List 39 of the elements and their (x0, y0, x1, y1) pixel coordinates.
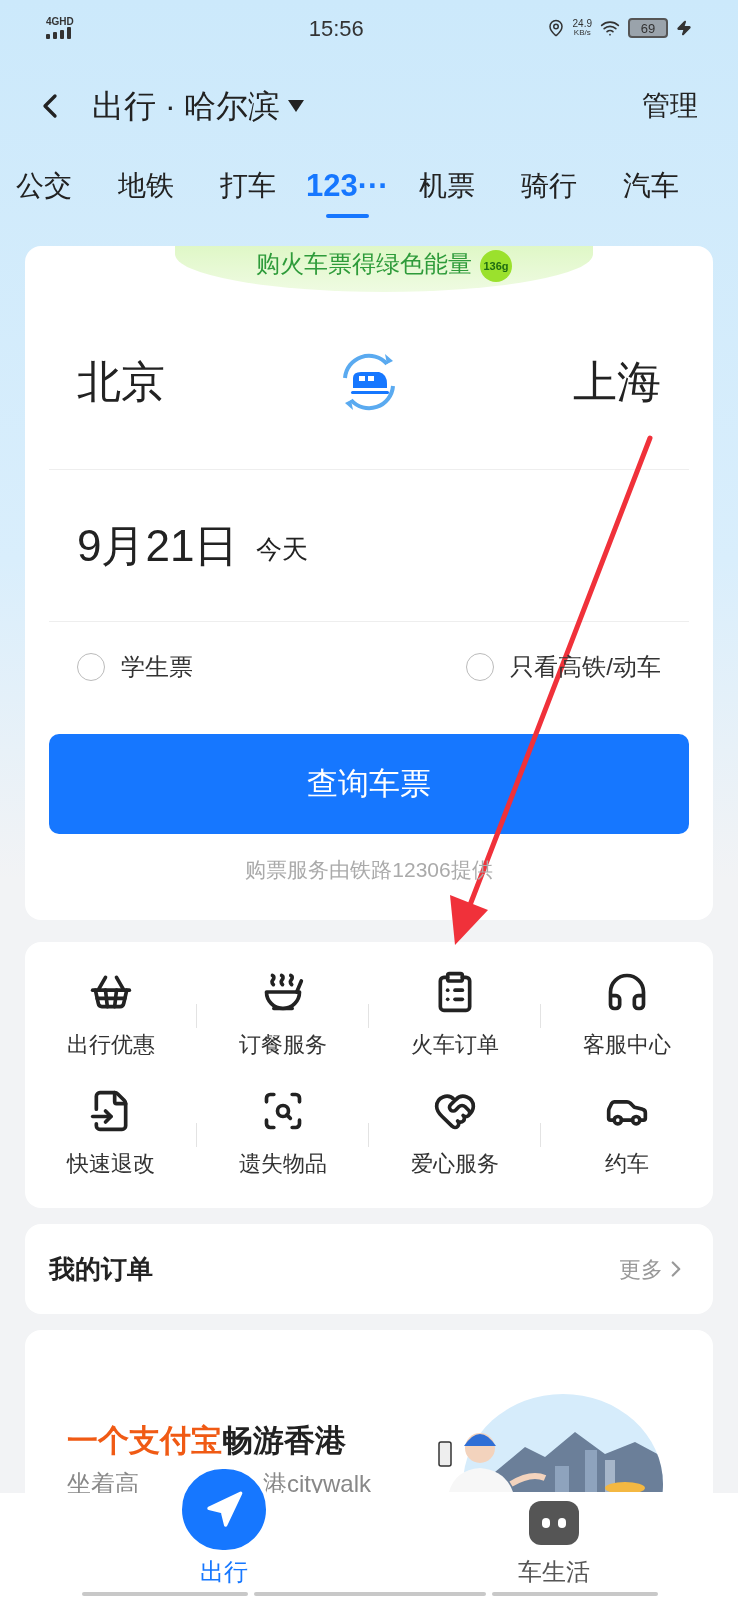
service-item[interactable]: 快速退改 (25, 1075, 196, 1194)
tab-indicator (326, 214, 369, 218)
energy-badge: 136g (480, 250, 512, 282)
transport-tab[interactable]: 汽车 (622, 156, 679, 216)
option-label: 学生票 (121, 652, 193, 682)
car-front-icon (529, 1501, 579, 1545)
wifi-icon (600, 18, 620, 38)
service-item[interactable]: 遗失物品 (197, 1075, 368, 1194)
transport-tab[interactable]: 公交 (16, 156, 72, 216)
manage-button[interactable]: 管理 (642, 85, 698, 127)
battery-icon: 69 (628, 18, 668, 38)
departure-city[interactable]: 北京 (77, 348, 165, 415)
dropdown-icon (288, 100, 305, 112)
service-item[interactable]: 火车订单 (369, 956, 540, 1075)
orders-title: 我的订单 (49, 1252, 153, 1286)
transport-tab[interactable]: 打车 (220, 156, 276, 216)
promo-title[interactable]: 一个支付宝畅游香港 (67, 1418, 346, 1465)
service-item[interactable]: 出行优惠 (25, 956, 196, 1075)
transport-tab[interactable]: 机票 (418, 156, 475, 216)
service-item[interactable]: 客服中心 (541, 956, 713, 1075)
service-item[interactable]: 订餐服务 (197, 956, 368, 1075)
network-type: 4GHD (46, 17, 74, 27)
arrival-city[interactable]: 上海 (573, 348, 661, 415)
option-checkbox[interactable] (77, 653, 105, 681)
service-item[interactable]: 爱心服务 (369, 1075, 540, 1194)
transport-tab[interactable]: 地铁 (118, 156, 174, 216)
location-icon (546, 19, 565, 37)
service-item[interactable]: 约车 (541, 1075, 713, 1194)
transport-tab[interactable]: 骑行 (520, 156, 577, 216)
clock: 15:56 (308, 14, 364, 43)
signal-icon (46, 27, 72, 39)
speed-value: 24.9 (572, 19, 592, 29)
date-note: 今天 (256, 533, 309, 566)
banner-text: 购火车票得绿色能量 (256, 249, 472, 279)
city-title[interactable]: 出行 · 哈尔滨 (92, 82, 305, 130)
travel-date[interactable]: 9月21日 (77, 512, 239, 579)
search-tickets-button[interactable]: 查询车票 (49, 734, 689, 834)
option-checkbox[interactable] (466, 653, 495, 681)
speed-unit: KB/s (573, 29, 591, 37)
